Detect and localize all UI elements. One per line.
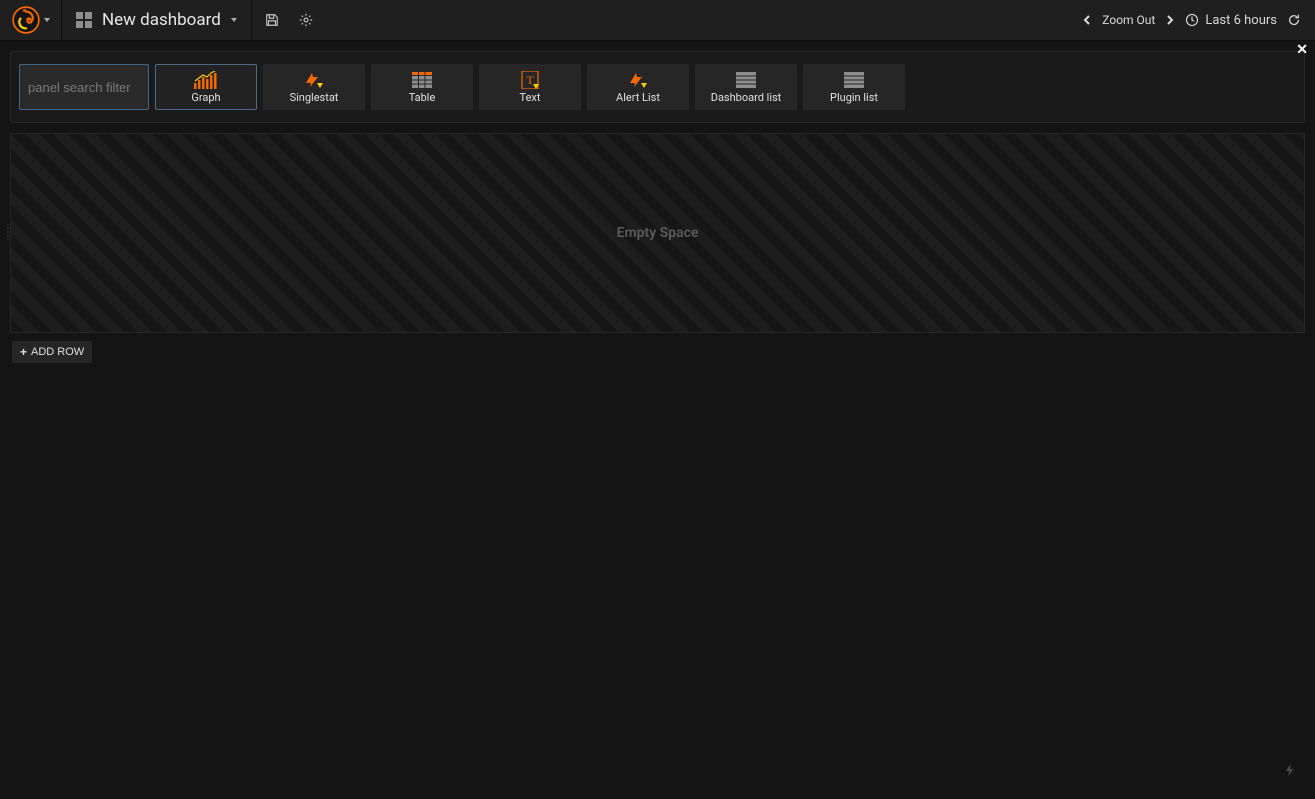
panel-tile-label: Plugin list xyxy=(830,91,878,104)
panel-tile-label: Graph xyxy=(191,91,220,104)
table-icon xyxy=(412,71,432,89)
panel-tile-alert-list[interactable]: Alert List xyxy=(587,64,689,110)
panel-type-picker: ✕ Graph Singlestat xyxy=(10,51,1305,123)
dashboard-title: New dashboard xyxy=(102,10,221,30)
panel-tile-text[interactable]: T Text xyxy=(479,64,581,110)
top-navbar: New dashboard Zoom Out Last 6 hours xyxy=(0,0,1315,41)
text-icon: T xyxy=(520,71,540,89)
time-range-forward-button[interactable] xyxy=(1165,15,1175,25)
singlestat-icon xyxy=(304,71,324,89)
add-row-button[interactable]: + ADD ROW xyxy=(12,341,92,363)
graph-icon xyxy=(193,71,219,89)
bolt-icon xyxy=(1283,763,1297,777)
time-range-back-button[interactable] xyxy=(1082,15,1092,25)
panel-tile-plugin-list[interactable]: Plugin list xyxy=(803,64,905,110)
dashboard-title-dropdown[interactable]: New dashboard xyxy=(62,0,252,40)
empty-space-label: Empty Space xyxy=(617,225,699,241)
caret-down-icon xyxy=(44,18,50,22)
time-range-label: Last 6 hours xyxy=(1205,13,1277,28)
panel-tile-singlestat[interactable]: Singlestat xyxy=(263,64,365,110)
add-row-label: ADD ROW xyxy=(31,346,84,358)
refresh-button[interactable] xyxy=(1287,13,1301,27)
panel-tile-label: Alert List xyxy=(616,91,660,104)
panel-tile-label: Singlestat xyxy=(290,91,339,104)
panel-tile-table[interactable]: Table xyxy=(371,64,473,110)
panel-tile-label: Table xyxy=(409,91,436,104)
grafana-logo-icon xyxy=(12,6,40,34)
zoom-out-button[interactable]: Zoom Out xyxy=(1102,13,1155,27)
chevron-right-icon xyxy=(1165,15,1175,25)
grafana-menu-button[interactable] xyxy=(0,0,62,40)
gear-icon xyxy=(299,13,313,27)
dashboard-list-icon xyxy=(736,71,756,89)
dashboard-settings-button[interactable] xyxy=(286,0,326,40)
close-panel-picker-button[interactable]: ✕ xyxy=(1296,42,1308,58)
clock-icon xyxy=(1185,13,1199,27)
row-drag-handle[interactable]: ⋮⋮⋮ xyxy=(3,227,13,239)
empty-panel-dropzone[interactable]: Empty Space xyxy=(10,133,1305,333)
save-icon xyxy=(265,13,279,27)
panel-tile-dashboard-list[interactable]: Dashboard list xyxy=(695,64,797,110)
alert-list-icon xyxy=(628,71,648,89)
panel-search-input[interactable] xyxy=(19,64,149,110)
panel-tile-label: Text xyxy=(520,91,541,104)
caret-down-icon xyxy=(231,18,237,22)
panel-tile-graph[interactable]: Graph xyxy=(155,64,257,110)
dashboard-row: ⋮⋮⋮ Empty Space xyxy=(10,133,1305,333)
dashboard-grid-icon xyxy=(76,12,92,28)
navbar-right: Zoom Out Last 6 hours xyxy=(1082,0,1315,40)
panel-tile-label: Dashboard list xyxy=(711,91,782,104)
chevron-left-icon xyxy=(1082,15,1092,25)
plus-icon: + xyxy=(20,345,27,359)
kiosk-toggle-button[interactable] xyxy=(1283,763,1297,781)
time-range-picker[interactable]: Last 6 hours xyxy=(1185,13,1277,28)
plugin-list-icon xyxy=(844,71,864,89)
svg-text:T: T xyxy=(526,73,534,87)
refresh-icon xyxy=(1287,13,1301,27)
